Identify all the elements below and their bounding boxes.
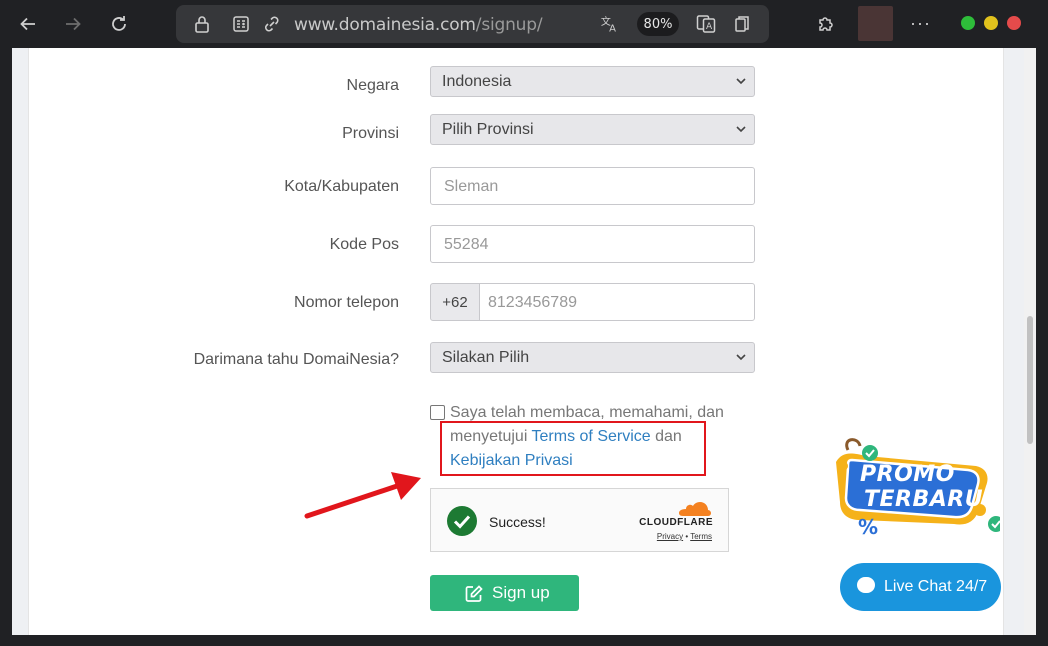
provinsi-select[interactable]: Pilih Provinsi xyxy=(430,114,755,145)
site-info-icon[interactable] xyxy=(231,14,251,34)
chevron-down-icon xyxy=(736,126,746,133)
checkmark-circle-icon xyxy=(447,506,477,536)
chevron-down-icon xyxy=(736,354,746,361)
extensions-button[interactable] xyxy=(812,10,840,38)
url-domain: www.domainesia.com xyxy=(294,15,476,35)
captcha-terms-link[interactable]: Terms xyxy=(690,532,712,541)
address-bar[interactable]: www.domainesia.com/signup/ 文A 80% A xyxy=(176,5,769,43)
zoom-indicator[interactable]: 80% xyxy=(637,12,679,36)
back-button[interactable] xyxy=(14,10,42,38)
window-close-button[interactable] xyxy=(1007,16,1021,30)
darimana-select[interactable]: Silakan Pilih xyxy=(430,342,755,373)
signup-button[interactable]: Sign up xyxy=(430,575,579,611)
svg-text:A: A xyxy=(609,23,616,34)
forward-button[interactable] xyxy=(59,10,87,38)
phone-input[interactable]: 8123456789 xyxy=(479,283,755,321)
cloudflare-brand: CLOUDFLARE xyxy=(639,517,713,528)
telepon-label: Nomor telepon xyxy=(294,294,399,311)
signup-button-label: Sign up xyxy=(492,583,550,602)
kota-input[interactable]: Sleman xyxy=(430,167,755,205)
live-chat-label: Live Chat 24/7 xyxy=(884,578,988,595)
negara-value: Indonesia xyxy=(442,73,512,90)
annotation-arrow-icon xyxy=(304,472,421,519)
kodepos-input[interactable]: 55284 xyxy=(430,225,755,263)
more-menu-icon[interactable]: ··· xyxy=(910,13,931,34)
reload-button[interactable] xyxy=(105,10,133,38)
signup-form: Negara Indonesia Provinsi Pilih Provinsi… xyxy=(28,48,1004,635)
page-viewport: Negara Indonesia Provinsi Pilih Provinsi… xyxy=(12,48,1036,635)
page-scrollbar[interactable] xyxy=(1024,48,1036,635)
arrow-right-icon xyxy=(66,17,81,31)
phone-field: +62 8123456789 xyxy=(430,283,755,321)
arrow-left-icon xyxy=(20,17,35,31)
live-chat-button[interactable]: Live Chat 24/7 xyxy=(840,563,1001,611)
provinsi-value: Pilih Provinsi xyxy=(442,121,534,138)
url-text[interactable]: www.domainesia.com/signup/ xyxy=(294,15,543,35)
darimana-value: Silakan Pilih xyxy=(442,349,530,366)
agree-checkbox[interactable] xyxy=(430,405,445,420)
captcha-link-separator: • xyxy=(685,532,689,541)
chevron-down-icon xyxy=(736,78,746,85)
link-icon[interactable] xyxy=(262,14,282,34)
window-maximize-button[interactable] xyxy=(984,16,998,30)
browser-toolbar: www.domainesia.com/signup/ 文A 80% A ··· xyxy=(0,0,1048,48)
provinsi-label: Provinsi xyxy=(342,125,399,142)
negara-label: Negara xyxy=(346,77,399,94)
promo-line-1: PROMO xyxy=(860,462,955,487)
kota-label: Kota/Kabupaten xyxy=(284,178,399,195)
svg-text:%: % xyxy=(858,515,878,536)
promo-line-2: TERBARU xyxy=(864,487,984,512)
favorites-icon[interactable] xyxy=(733,14,753,34)
svg-text:A: A xyxy=(706,22,713,32)
negara-select[interactable]: Indonesia xyxy=(430,66,755,97)
promo-badge[interactable]: % PROMO TERBARU xyxy=(830,436,1000,536)
url-path: /signup/ xyxy=(475,15,543,35)
lock-icon[interactable] xyxy=(192,14,212,34)
darimana-label: Darimana tahu DomaiNesia? xyxy=(193,351,399,368)
captcha-links: Privacy • Terms xyxy=(657,532,712,541)
window-minimize-button[interactable] xyxy=(961,16,975,30)
captcha-privacy-link[interactable]: Privacy xyxy=(657,532,683,541)
profile-avatar[interactable] xyxy=(858,6,893,41)
reload-icon xyxy=(112,16,126,31)
annotation-highlight-box xyxy=(440,421,706,476)
chat-bubble-icon xyxy=(857,577,875,593)
captcha-widget[interactable]: Success! CLOUDFLARE Privacy • Terms xyxy=(430,488,729,552)
cloudflare-logo-icon xyxy=(674,502,711,516)
edit-icon xyxy=(465,585,483,602)
scrollbar-thumb[interactable] xyxy=(1027,316,1033,444)
captcha-status: Success! xyxy=(489,514,546,530)
phone-prefix: +62 xyxy=(430,283,480,321)
puzzle-icon xyxy=(819,17,833,31)
kodepos-label: Kode Pos xyxy=(329,236,399,253)
reader-translate-icon[interactable]: A xyxy=(696,14,716,34)
translate-icon[interactable]: 文A xyxy=(600,14,620,34)
